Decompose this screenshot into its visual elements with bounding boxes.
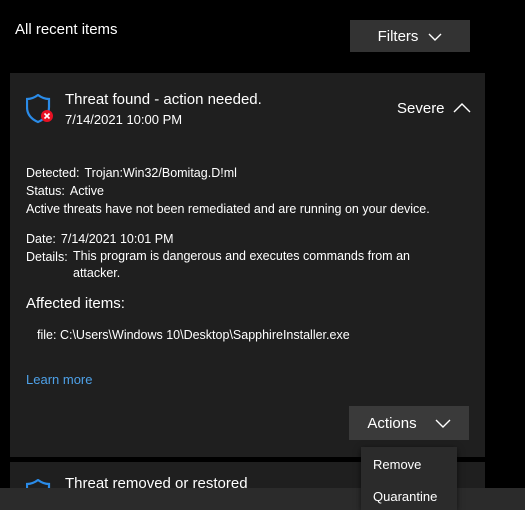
- detected-row: Detected: Trojan:Win32/Bomitag.D!ml: [26, 166, 237, 180]
- filters-button[interactable]: Filters: [350, 20, 470, 52]
- filters-label: Filters: [377, 27, 419, 45]
- chevron-up-icon[interactable]: [453, 101, 471, 115]
- shield-icon: [25, 93, 56, 124]
- status-label: Status:: [26, 184, 65, 198]
- menu-item-quarantine[interactable]: Quarantine: [373, 489, 437, 504]
- actions-label: Actions: [367, 414, 417, 432]
- severity-label: Severe: [397, 100, 445, 117]
- status-row: Status: Active: [26, 184, 104, 198]
- protection-history-page: All recent items Filters Threat found - …: [0, 0, 525, 510]
- affected-items-heading: Affected items:: [26, 295, 125, 312]
- details-label: Details:: [26, 250, 68, 264]
- actions-menu: Remove Quarantine: [361, 447, 457, 510]
- file-path: C:\Users\Windows 10\Desktop\SapphireInst…: [59, 328, 350, 342]
- file-label: file:: [37, 328, 57, 342]
- date-label: Date:: [26, 232, 56, 246]
- threat-card: Threat found - action needed. 7/14/2021 …: [10, 73, 485, 457]
- date-row: Date: 7/14/2021 10:01 PM: [26, 232, 173, 246]
- actions-button[interactable]: Actions: [349, 406, 469, 440]
- threat-title: Threat found - action needed.: [65, 91, 262, 108]
- affected-file-row: file: C:\Users\Windows 10\Desktop\Sapphi…: [37, 328, 350, 342]
- details-value: This program is dangerous and executes c…: [73, 249, 410, 280]
- detected-value: Trojan:Win32/Bomitag.D!ml: [84, 166, 237, 180]
- chevron-down-icon: [428, 28, 442, 45]
- status-value: Active: [69, 184, 104, 198]
- status-message: Active threats have not been remediated …: [26, 202, 430, 216]
- detected-label: Detected:: [26, 166, 80, 180]
- section-title: All recent items: [15, 21, 118, 38]
- menu-item-remove[interactable]: Remove: [373, 457, 421, 472]
- threat-date: 7/14/2021 10:00 PM: [65, 112, 183, 127]
- date-value: 7/14/2021 10:01 PM: [60, 232, 174, 246]
- learn-more-link[interactable]: Learn more: [26, 372, 92, 387]
- chevron-down-icon: [435, 415, 451, 432]
